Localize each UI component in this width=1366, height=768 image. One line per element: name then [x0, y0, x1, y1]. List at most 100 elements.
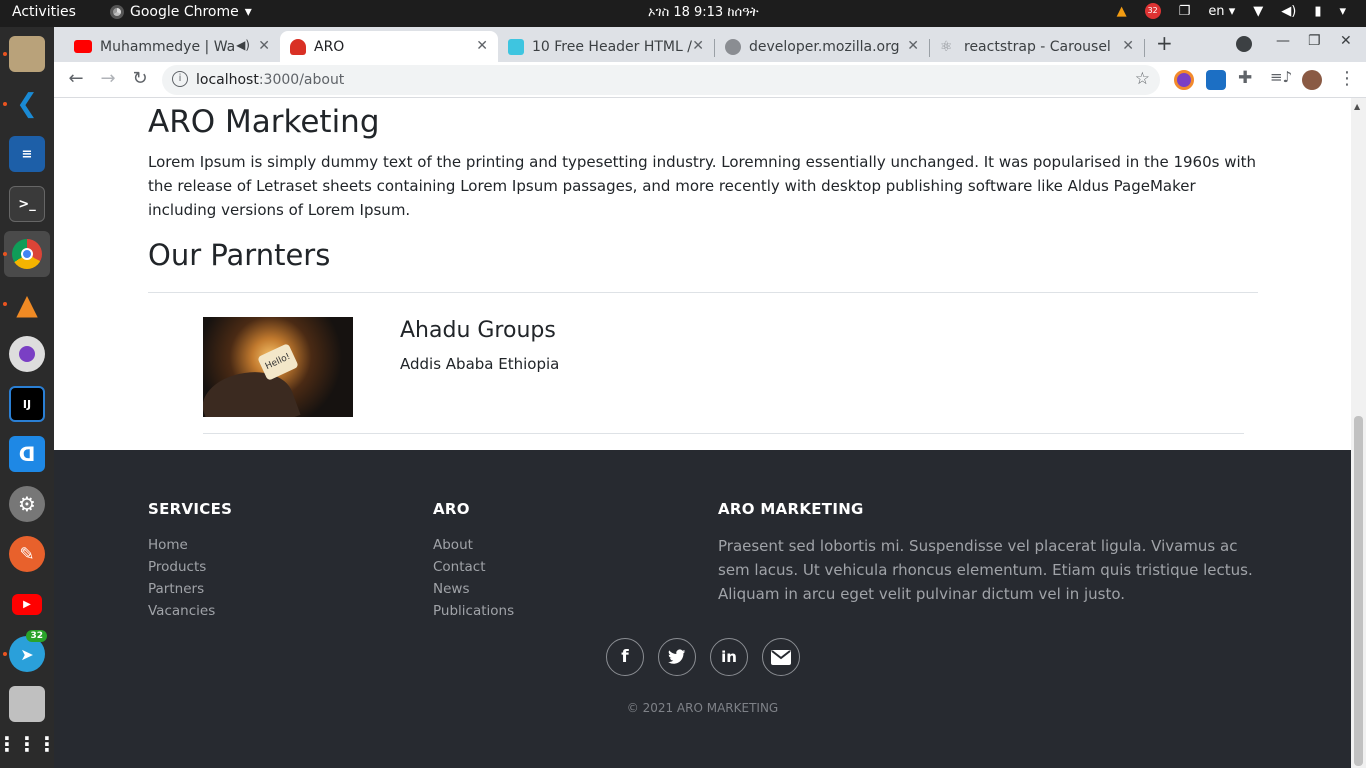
- footer-link-products[interactable]: Products: [148, 556, 232, 578]
- app-menu[interactable]: Google Chrome ▾: [110, 4, 252, 20]
- footer-link-partners[interactable]: Partners: [148, 578, 232, 600]
- tab-title: ARO: [314, 38, 345, 55]
- footer-link-home[interactable]: Home: [148, 534, 232, 556]
- running-indicator: [3, 52, 7, 56]
- linkedin-icon[interactable]: in: [710, 638, 748, 676]
- postman-icon[interactable]: ✎: [9, 536, 45, 572]
- minimize-button[interactable]: —: [1276, 33, 1290, 49]
- youtube-dock-icon[interactable]: ▶: [9, 586, 45, 622]
- running-indicator: [3, 252, 7, 256]
- site-info-icon[interactable]: i: [172, 71, 188, 87]
- divider: [203, 433, 1244, 434]
- address-bar[interactable]: i localhost:3000/about ☆: [162, 65, 1160, 95]
- tab-title: developer.mozilla.org: [749, 38, 900, 55]
- running-indicator: [3, 102, 7, 106]
- volume-icon[interactable]: ◀): [1281, 4, 1296, 19]
- activities-button[interactable]: Activities: [12, 4, 76, 20]
- globe-icon: [725, 38, 741, 55]
- firefox-relay-extension-icon[interactable]: [1174, 70, 1194, 90]
- battery-icon[interactable]: ▮: [1314, 4, 1321, 19]
- tab-aro[interactable]: ARO ✕: [280, 31, 498, 62]
- partner-name: Ahadu Groups: [400, 318, 556, 343]
- tab-mozilla[interactable]: developer.mozilla.org ✕: [715, 31, 929, 62]
- footer-marketing-text: Praesent sed lobortis mi. Suspendisse ve…: [718, 537, 1253, 603]
- divider: [148, 292, 1258, 293]
- footer-link-about[interactable]: About: [433, 534, 514, 556]
- show-apps-icon[interactable]: ⋮⋮⋮: [0, 726, 57, 762]
- telegram-icon[interactable]: ➤ 32: [9, 630, 47, 672]
- email-icon[interactable]: [762, 638, 800, 676]
- forward-button[interactable]: →: [96, 68, 120, 92]
- page-icon: [508, 38, 524, 55]
- clock[interactable]: ኦገስ 18 9:13 ከሰዓት: [648, 5, 759, 20]
- footer-link-contact[interactable]: Contact: [433, 556, 514, 578]
- twitter-icon[interactable]: [658, 638, 696, 676]
- terminal-icon[interactable]: >_: [9, 186, 45, 222]
- clipboard-icon[interactable]: ❐: [1179, 4, 1191, 19]
- url-text: localhost:3000/about: [196, 72, 344, 88]
- vscode-icon[interactable]: ❮: [9, 86, 45, 122]
- tab-free-header[interactable]: 10 Free Header HTML / ✕: [498, 31, 714, 62]
- avatar[interactable]: [1302, 70, 1322, 90]
- footer-link-publications[interactable]: Publications: [433, 600, 514, 622]
- url-path: :3000/about: [258, 72, 345, 88]
- close-tab-icon[interactable]: ✕: [476, 38, 488, 54]
- close-tab-icon[interactable]: ✕: [907, 38, 919, 54]
- site-footer: SERVICES Home Products Partners Vacancie…: [54, 450, 1351, 768]
- page-viewport: ARO Marketing Lorem Ipsum is simply dumm…: [54, 98, 1351, 768]
- close-window-button[interactable]: ✕: [1340, 33, 1352, 49]
- maximize-button[interactable]: ❐: [1308, 33, 1321, 49]
- tab-title: 10 Free Header HTML /: [532, 38, 692, 55]
- system-top-bar: Activities Google Chrome ▾ ኦገስ 18 9:13 ከ…: [0, 0, 1366, 27]
- media-controls-icon[interactable]: ≡♪: [1270, 68, 1292, 86]
- chevron-down-icon: ▾: [244, 4, 252, 20]
- speaker-icon[interactable]: ◀): [236, 38, 250, 52]
- footer-services-column: SERVICES Home Products Partners Vacancie…: [148, 500, 232, 622]
- text-editor-icon[interactable]: ≡: [9, 136, 45, 172]
- footer-marketing-heading: ARO MARKETING: [718, 500, 864, 518]
- menu-kebab-icon[interactable]: ⋮: [1338, 68, 1356, 89]
- telegram-badge: 32: [26, 630, 47, 642]
- close-tab-icon[interactable]: ✕: [1122, 38, 1134, 54]
- tab-search-icon[interactable]: [1236, 36, 1252, 52]
- page-scrollbar[interactable]: ▲: [1351, 98, 1366, 768]
- footer-link-vacancies[interactable]: Vacancies: [148, 600, 232, 622]
- react-icon: ⚛: [940, 38, 953, 55]
- tab-youtube[interactable]: Muhammedye | Wa ◀) ✕: [64, 31, 280, 62]
- scroll-up-arrow-icon[interactable]: ▲: [1354, 102, 1360, 111]
- chrome-dock-icon[interactable]: [4, 231, 50, 277]
- new-tab-button[interactable]: +: [1156, 31, 1173, 55]
- url-host: localhost: [196, 72, 259, 88]
- footer-link-news[interactable]: News: [433, 578, 514, 600]
- vlc-icon[interactable]: ▲: [9, 286, 45, 322]
- partner-location: Addis Ababa Ethiopia: [400, 355, 560, 373]
- scrollbar-thumb[interactable]: [1354, 416, 1363, 766]
- extension-icon[interactable]: [1206, 70, 1226, 90]
- close-tab-icon[interactable]: ✕: [258, 38, 270, 54]
- wifi-icon[interactable]: ▼: [1253, 4, 1263, 19]
- beekeeper-icon[interactable]: ᗡ: [9, 436, 45, 472]
- back-button[interactable]: ←: [64, 68, 88, 92]
- footer-services-heading: SERVICES: [148, 500, 233, 518]
- notification-badge-icon[interactable]: 32: [1144, 3, 1161, 19]
- settings-icon[interactable]: ⚙: [9, 486, 45, 522]
- page-title: ARO Marketing: [148, 104, 380, 140]
- partners-heading: Our Parnters: [148, 238, 331, 272]
- tab-title: reactstrap - Carousel: [964, 38, 1111, 55]
- close-tab-icon[interactable]: ✕: [692, 38, 704, 54]
- archive-icon[interactable]: [9, 686, 45, 722]
- bookmark-star-icon[interactable]: ☆: [1135, 69, 1150, 89]
- language-selector[interactable]: en ▾: [1208, 4, 1235, 19]
- youtube-icon: [74, 40, 92, 53]
- system-tray[interactable]: ▲ 32 ❐ en ▾ ▼ ◀) ▮ ▾: [1117, 3, 1346, 19]
- screen-recorder-icon[interactable]: [9, 336, 45, 372]
- vlc-tray-icon[interactable]: ▲: [1117, 4, 1127, 19]
- puzzle-icon[interactable]: ✚: [1238, 68, 1252, 88]
- files-icon[interactable]: [9, 36, 45, 72]
- chevron-down-icon[interactable]: ▾: [1339, 4, 1346, 19]
- intellij-icon[interactable]: IJ: [9, 386, 45, 422]
- facebook-icon[interactable]: f: [606, 638, 644, 676]
- reload-button[interactable]: ↻: [128, 68, 152, 92]
- tab-strip: Muhammedye | Wa ◀) ✕ ARO ✕ 10 Free Heade…: [54, 27, 1366, 62]
- tab-reactstrap[interactable]: ⚛ reactstrap - Carousel ✕: [930, 31, 1144, 62]
